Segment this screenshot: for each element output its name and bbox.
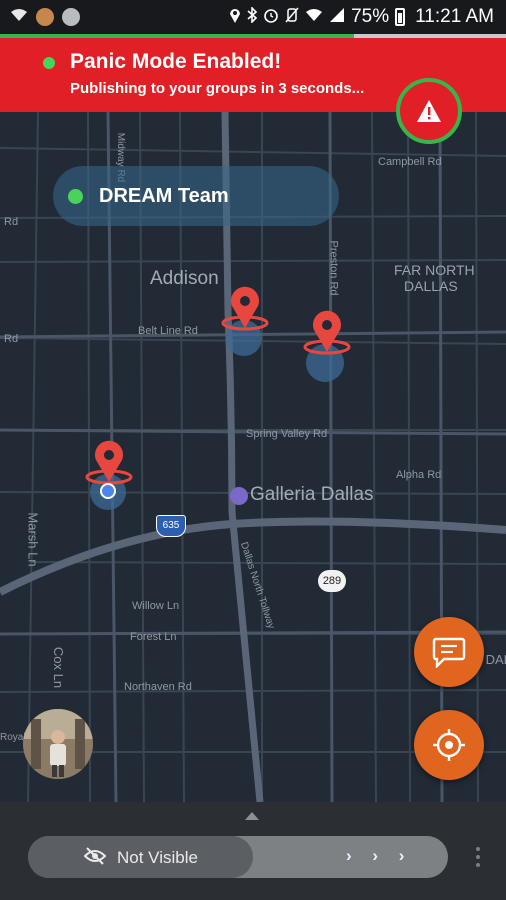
wifi-icon xyxy=(305,8,323,26)
location-icon xyxy=(229,7,241,27)
locate-button[interactable] xyxy=(414,710,484,780)
crosshair-icon xyxy=(433,729,465,761)
map-label-rd-left1: Rd xyxy=(4,216,19,228)
map-label-galleria: Galleria Dallas xyxy=(250,484,374,505)
visibility-label: Not Visible xyxy=(117,848,198,867)
warning-icon xyxy=(417,100,441,122)
map-label-alpha: Alpha Rd xyxy=(396,469,442,481)
battery-percent: 75% xyxy=(351,6,390,27)
banner-subtitle: Publishing to your groups in 3 seconds..… xyxy=(70,80,365,97)
map-label-dallas: DALLAS xyxy=(404,278,458,294)
my-location-marker[interactable] xyxy=(84,440,134,512)
map-label-belt-line: Belt Line Rd xyxy=(138,325,198,337)
map-pin-icon xyxy=(221,286,269,331)
spotify-icon xyxy=(62,8,80,26)
current-location-dot xyxy=(100,483,116,499)
map-pin-icon xyxy=(303,310,351,355)
clock: 11:21 AM xyxy=(415,6,494,27)
banner-title: Panic Mode Enabled! xyxy=(70,50,282,73)
signal-icon xyxy=(329,7,345,27)
wifi-icon xyxy=(10,8,28,26)
panic-button[interactable] xyxy=(396,78,462,144)
banner-status-dot xyxy=(43,57,55,69)
map-label-rd-left2: Rd xyxy=(4,333,19,345)
alarm-icon xyxy=(263,7,279,27)
map-label-marsh: Marsh Ln xyxy=(25,512,41,567)
mute-icon xyxy=(285,7,299,27)
user-photo xyxy=(23,709,93,779)
chat-button[interactable] xyxy=(414,617,484,687)
bluetooth-icon xyxy=(247,6,258,27)
map-label-forest: Forest Ln xyxy=(130,631,177,643)
app-notification-icon xyxy=(36,8,54,26)
shopping-poi-icon[interactable] xyxy=(230,487,248,505)
avatar[interactable] xyxy=(23,709,93,779)
map-label-campbell: Campbell Rd xyxy=(378,156,442,168)
map-label-willow: Willow Ln xyxy=(132,600,180,612)
chevron-up-icon[interactable] xyxy=(245,812,259,820)
group-status-dot xyxy=(68,189,83,204)
state-highway-shield: 289 xyxy=(318,570,346,592)
eye-off-icon xyxy=(83,847,107,870)
member-location-marker[interactable] xyxy=(220,286,270,358)
highway-number: 289 xyxy=(322,575,342,587)
interstate-shield: 635 xyxy=(156,515,186,537)
swipe-arrows: › › › xyxy=(346,846,413,865)
map-label-preston: Preston Rd xyxy=(327,240,340,296)
more-options-icon[interactable] xyxy=(474,846,482,873)
notification-icons xyxy=(10,8,80,26)
map-label-cox: Cox Ln xyxy=(51,646,67,689)
member-location-marker[interactable] xyxy=(302,310,352,382)
map-label-addison: Addison xyxy=(150,268,219,289)
map-label-spring-valley: Spring Valley Rd xyxy=(246,428,328,440)
chat-icon xyxy=(432,637,466,668)
battery-icon xyxy=(395,8,406,26)
status-bar: 75% 11:21 AM xyxy=(0,0,506,36)
system-icons: 75% 11:21 AM xyxy=(229,6,494,28)
map-label-northaven: Northaven Rd xyxy=(124,681,192,693)
map-label-far-north: FAR NORTH xyxy=(394,262,475,278)
group-name[interactable]: DREAM Team xyxy=(99,185,229,208)
interstate-number: 635 xyxy=(162,520,180,531)
